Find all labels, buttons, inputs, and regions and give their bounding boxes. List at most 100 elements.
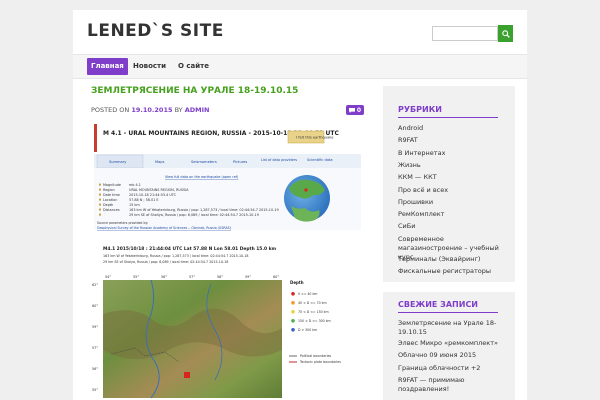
alert-stripe (94, 124, 97, 152)
site-title[interactable]: LENED`S SITE (87, 21, 224, 41)
field-label: Distances (103, 208, 120, 212)
tab-seismometers[interactable]: Seismometers (191, 160, 217, 164)
site-container: LENED`S SITE Главная Новости О сайте Зем… (73, 10, 527, 400)
map-header: M4.1 2015/10/18 : 21:44:04 UTC Lat 57.88… (103, 246, 277, 252)
lat-tick-label: 57° (92, 346, 98, 350)
field-bullet-icon (99, 183, 101, 186)
legend-entry: 40 < D <= 70 km (298, 301, 327, 305)
comment-count: 0 (356, 106, 362, 114)
lon-tick-label: 56° (161, 275, 167, 279)
field-bullet-icon (99, 188, 101, 191)
field-bullet-icon (99, 203, 101, 206)
rubrics-rule (398, 117, 498, 118)
tab-maps[interactable]: Maps (155, 160, 165, 164)
field-bullet-icon (99, 193, 101, 196)
recent-post-link[interactable]: Граница облачности +2 (398, 364, 508, 373)
tab-data-providers[interactable]: List of data providers (261, 158, 297, 162)
nav-item-news[interactable]: Новости (129, 58, 170, 75)
lon-tick-label: 58° (217, 275, 223, 279)
field-value: 29 km SE of Shaliya, Russia / pop: 6,089… (129, 213, 259, 217)
tab-pictures[interactable]: Pictures (233, 160, 247, 164)
legend-title: Depth (290, 280, 304, 285)
legend-swatch-icon (291, 319, 295, 323)
field-value: 163 km W of Yekaterinburg, Russia / pop:… (129, 208, 279, 212)
map-sub2: 29 km SE of Shalya, Russia / pop: 6,089 … (103, 260, 228, 264)
recent-post-link[interactable]: Землетрясение на Урале 18-19.10.15 (398, 319, 508, 337)
lon-tick-label: 57° (189, 275, 195, 279)
site-header: LENED`S SITE (73, 10, 527, 55)
field-label: Depth (103, 203, 113, 207)
depth-legend: 0 <= 40 km 40 < D <= 70 km 70 < D <= 150 k… (291, 292, 331, 332)
rubrics-title: Рубрики (398, 105, 442, 114)
post-figure: M 4.1 - URAL MOUNTAINS REGION, RUSSIA - … (91, 124, 364, 400)
epicenter-marker-globe (304, 188, 308, 192)
nav-item-about[interactable]: О сайте (174, 58, 213, 75)
legend-entry: 70 < D <= 150 km (298, 310, 329, 314)
lat-tick-label: 59° (92, 325, 98, 329)
post-title-text[interactable]: Землетрясение на Урале 18-19.10.15 (91, 86, 298, 96)
lat-tick-label: 60° (92, 304, 98, 308)
field-bullet-icon (99, 208, 101, 211)
recent-post-link[interactable]: Облачно 09 июня 2015 (398, 351, 508, 360)
rubric-link[interactable]: СиБи (398, 222, 508, 231)
nav-item-home[interactable]: Главная (87, 58, 128, 75)
recent-posts-title: Свежие записи (398, 300, 478, 309)
recent-post-link[interactable]: Элвес Микро «ремкомплект» (398, 339, 508, 348)
full-list-link[interactable]: View full data on the earthquake (open r… (165, 175, 239, 179)
search-button[interactable] (498, 25, 513, 42)
field-value: mb 4.1 (129, 183, 141, 187)
sidebar: Рубрики Android R9FAT В Интернетах Жизнь ККМ… (383, 86, 515, 400)
rubric-link[interactable]: Про всё и всех (398, 186, 508, 195)
tab-scientific-data[interactable]: Scientific data (307, 158, 333, 162)
lon-tick-label: 60° (273, 275, 279, 279)
rubric-link[interactable]: Терминалы (Эквайринг) (398, 255, 508, 264)
rubric-link[interactable]: R9FAT (398, 136, 508, 145)
rubric-link[interactable]: Фискальные регистраторы (398, 267, 508, 276)
rubric-link[interactable]: В Интернетах (398, 149, 508, 158)
field-bullet-icon (99, 213, 101, 216)
field-bullet-icon (99, 198, 101, 201)
lon-ticks: 54° 55° 56° 57° 58° 59° 60° (105, 275, 279, 279)
rubrics-title-text: Рубрики (398, 105, 442, 114)
recent-posts-title-text: Свежие записи (398, 300, 479, 309)
legend-swatch-icon (291, 328, 295, 332)
earthquake-report-image: M 4.1 - URAL MOUNTAINS REGION, RUSSIA - … (92, 124, 361, 399)
rubric-link[interactable]: РемКомплект (398, 210, 508, 219)
search-input[interactable] (432, 26, 498, 41)
post-title[interactable]: Землетрясение на Урале 18-19.10.15 (91, 86, 298, 96)
field-label: Magnitude (103, 183, 121, 187)
legend-tectonic: Tectonic plate boundaries (299, 360, 341, 364)
legend-swatch-icon (291, 292, 295, 296)
source-label: Source parameters provided by: (97, 221, 148, 225)
post-meta-prefix: POSTED ON (91, 106, 130, 114)
field-value: 2015-10-18 21:44:53.4 UTC (129, 193, 177, 197)
legend-political: Political boundaries (300, 354, 331, 358)
field-label: Date time (103, 193, 120, 197)
post-meta: POSTED ON 19.10.2015 BY ADMIN (91, 106, 210, 114)
lat-ticks: 62° 60° 59° 57° 56° 55° (92, 283, 98, 392)
felt-button-label: I felt this earthquake (296, 136, 334, 140)
lat-tick-label: 62° (92, 283, 98, 287)
comment-count-badge[interactable]: 0 (346, 105, 364, 115)
source-link[interactable]: Geophysical Survey of the Russian Academ… (97, 226, 231, 230)
lon-tick-label: 54° (105, 275, 111, 279)
legend-entry: 0 <= 40 km (298, 292, 317, 296)
rubric-link[interactable]: Прошивки (398, 198, 508, 207)
field-label: Region (103, 188, 115, 192)
comment-icon (348, 107, 355, 113)
field-value: 15 km (129, 203, 140, 207)
legend-entry: D > 300 km (298, 328, 317, 332)
field-value: URAL MOUNTAINS REGION, RUSSIA (129, 188, 189, 192)
post-date-link[interactable]: 19.10.2015 (131, 106, 172, 114)
rubric-link[interactable]: Жизнь (398, 161, 508, 170)
rubric-link[interactable]: ККМ — ККТ (398, 173, 508, 182)
legend-swatch-icon (291, 301, 295, 305)
field-label: Location (103, 198, 117, 202)
epicenter-marker-map (184, 372, 190, 378)
recent-post-link[interactable]: R9FAT — примимаю поздравления! (398, 376, 508, 394)
post-author-link[interactable]: ADMIN (185, 106, 210, 114)
map-sub1: 163 km W of Yekaterinburg, Russia / pop:… (103, 254, 249, 258)
legend-entry: 150 < D <= 300 km (298, 319, 331, 323)
rubric-link[interactable]: Android (398, 124, 508, 133)
recent-posts-widget: Свежие записи Землетрясение на Урале 18-… (383, 292, 515, 400)
